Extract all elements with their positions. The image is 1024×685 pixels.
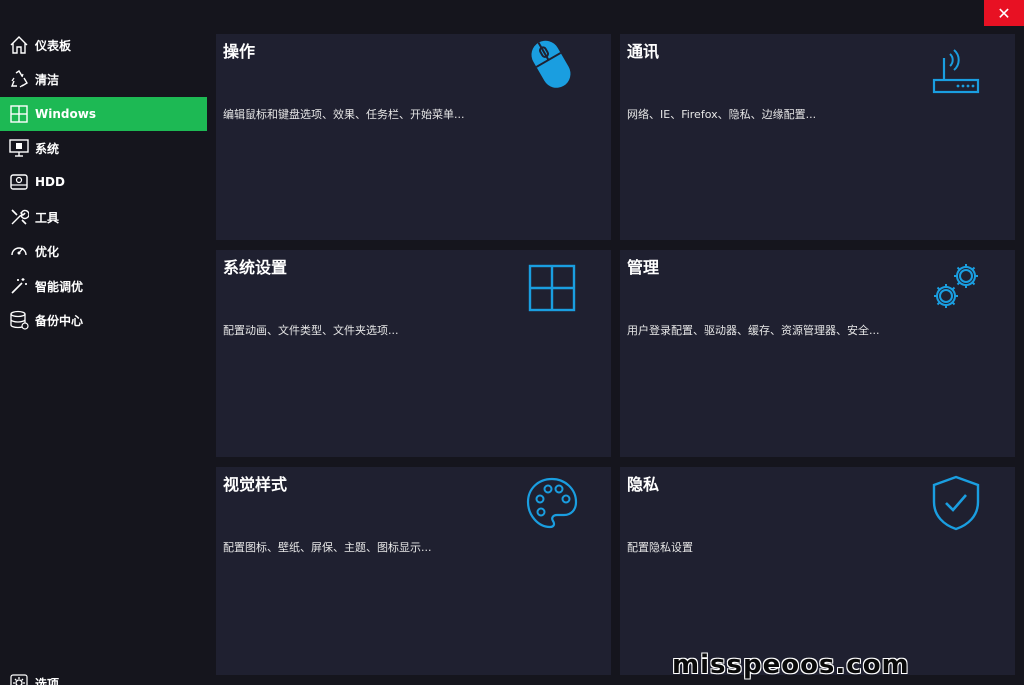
windows-logo-icon [524, 260, 580, 316]
tools-icon [8, 206, 30, 228]
tile-title: 隐私 [627, 475, 660, 494]
sidebar-item-optimize[interactable]: 优化 [0, 234, 207, 268]
gauge-icon [8, 240, 30, 262]
database-icon [8, 309, 30, 331]
palette-icon [524, 475, 580, 531]
tile-system-settings[interactable]: 系统设置 配置动画、文件类型、文件夹选项... [216, 250, 611, 457]
tile-description: 网络、IE、Firefox、隐私、边缘配置... [627, 108, 817, 121]
sidebar-item-label: 系统 [35, 141, 60, 156]
tile-title: 通讯 [627, 42, 660, 61]
tile-description: 配置图标、壁纸、屏保、主题、图标显示... [223, 541, 432, 554]
monitor-icon [8, 137, 30, 159]
tile-title: 视觉样式 [223, 475, 288, 494]
recycle-icon [8, 68, 30, 90]
tile-operation[interactable]: 操作 编辑鼠标和键盘选项、效果、任务栏、开始菜单... [216, 34, 611, 240]
tile-communication[interactable]: 通讯 网络、IE、Firefox、隐私、边缘配置... [620, 34, 1015, 240]
tile-title: 系统设置 [223, 258, 288, 277]
tile-title: 操作 [223, 42, 256, 61]
tile-description: 配置动画、文件类型、文件夹选项... [223, 324, 399, 337]
sidebar-item-clean[interactable]: 清洁 [0, 62, 207, 96]
sidebar-item-backup[interactable]: 备份中心 [0, 303, 207, 337]
sidebar-item-dashboard[interactable]: 仪表板 [0, 28, 207, 62]
sidebar-item-label: 智能调优 [35, 279, 84, 294]
watermark-text: misspeoos.com [672, 650, 910, 680]
close-icon: ✕ [997, 3, 1011, 23]
mouse-icon [524, 38, 580, 94]
sidebar-item-label: Windows [35, 107, 96, 121]
gear-icon [8, 672, 30, 685]
sidebar-item-label: 工具 [35, 210, 60, 225]
home-icon [8, 34, 30, 56]
tile-title: 管理 [627, 258, 660, 277]
sidebar-item-label: 优化 [35, 244, 60, 259]
sidebar-item-label: 备份中心 [35, 313, 84, 328]
sidebar: 仪表板 清洁 Windows 系统 HDD 工具 优化 智能调优 备份中心 选项 [0, 26, 208, 685]
windows-icon [8, 103, 30, 125]
options-label: 选项 [35, 676, 60, 685]
sidebar-item-hdd[interactable]: HDD [0, 165, 207, 199]
magic-wand-icon [8, 275, 30, 297]
tile-visual-style[interactable]: 视觉样式 配置图标、壁纸、屏保、主题、图标显示... [216, 467, 611, 675]
tile-description: 编辑鼠标和键盘选项、效果、任务栏、开始菜单... [223, 108, 465, 121]
hard-drive-icon [8, 171, 30, 193]
close-button[interactable]: ✕ [984, 0, 1024, 26]
tile-privacy[interactable]: 隐私 配置隐私设置 [620, 467, 1015, 675]
tile-management[interactable]: 管理 用户登录配置、驱动器、缓存、资源管理器、安全... [620, 250, 1015, 457]
sidebar-item-label: 清洁 [35, 72, 60, 87]
tile-description: 配置隐私设置 [627, 541, 693, 554]
sidebar-item-label: HDD [35, 175, 65, 189]
sidebar-item-label: 仪表板 [35, 38, 72, 53]
sidebar-item-system[interactable]: 系统 [0, 131, 207, 165]
sidebar-item-smart-tune[interactable]: 智能调优 [0, 269, 207, 303]
sidebar-item-windows[interactable]: Windows [0, 97, 207, 131]
gears-icon [928, 260, 984, 316]
sidebar-item-tools[interactable]: 工具 [0, 200, 207, 234]
router-icon [928, 44, 984, 100]
shield-check-icon [928, 475, 984, 531]
tile-description: 用户登录配置、驱动器、缓存、资源管理器、安全... [627, 324, 880, 337]
sidebar-item-options[interactable]: 选项 [0, 670, 207, 685]
